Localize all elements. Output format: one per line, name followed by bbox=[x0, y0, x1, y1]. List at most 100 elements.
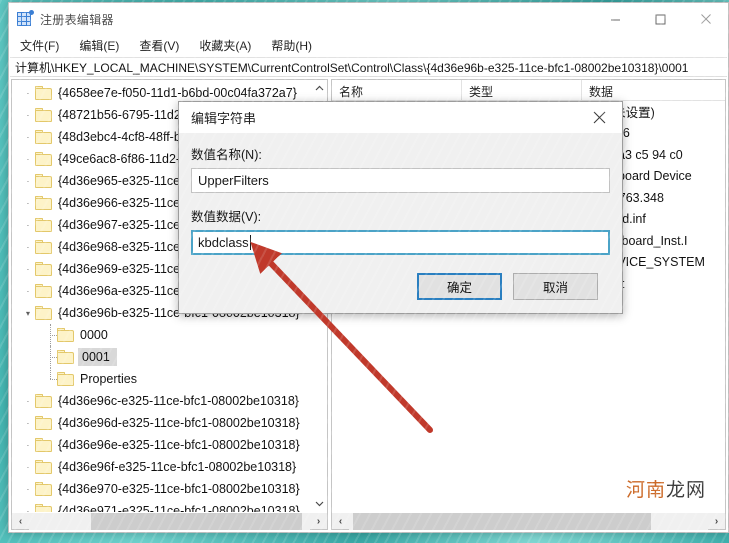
list-horizontal-scrollbar[interactable]: ‹ › bbox=[332, 512, 725, 530]
tree-item-label: 0000 bbox=[80, 328, 108, 342]
column-header-data[interactable]: 数据 bbox=[582, 80, 725, 100]
folder-icon bbox=[57, 328, 74, 342]
ok-button[interactable]: 确定 bbox=[417, 273, 502, 300]
folder-icon bbox=[35, 240, 52, 254]
list-hscroll-thumb[interactable] bbox=[352, 512, 651, 530]
minimize-button[interactable] bbox=[593, 3, 638, 35]
values-header: 名称 类型 数据 bbox=[332, 80, 725, 101]
tree-item[interactable]: Properties bbox=[12, 368, 310, 390]
menu-help[interactable]: 帮助(H) bbox=[268, 36, 321, 56]
folder-icon bbox=[35, 284, 52, 298]
chevron-right-icon[interactable]: · bbox=[22, 221, 34, 230]
chevron-right-icon[interactable]: · bbox=[22, 441, 34, 450]
folder-icon bbox=[35, 306, 52, 320]
folder-icon bbox=[57, 350, 74, 364]
cancel-button[interactable]: 取消 bbox=[513, 273, 598, 300]
value-name-label: 数值名称(N): bbox=[191, 148, 262, 162]
dialog-title: 编辑字符串 bbox=[191, 111, 257, 126]
tree-item[interactable]: 0000 bbox=[12, 324, 310, 346]
chevron-right-icon[interactable]: · bbox=[22, 287, 34, 296]
scroll-left-icon[interactable]: ‹ bbox=[12, 513, 29, 530]
chevron-right-icon[interactable]: · bbox=[22, 485, 34, 494]
tree-item[interactable]: · {4d36e96e-e325-11ce-bfc1-08002be10318} bbox=[12, 434, 310, 456]
tree-horizontal-scrollbar[interactable]: ‹ › bbox=[12, 512, 327, 530]
value-name-input[interactable]: UpperFilters bbox=[191, 168, 610, 193]
chevron-right-icon[interactable]: · bbox=[22, 89, 34, 98]
tree-item[interactable]: · {4d36e970-e325-11ce-bfc1-08002be10318} bbox=[12, 478, 310, 500]
window-title: 注册表编辑器 bbox=[40, 12, 114, 27]
folder-icon bbox=[35, 108, 52, 122]
scroll-right-icon[interactable]: › bbox=[708, 513, 725, 530]
tree-item-label: {4d36e96d-e325-11ce-bfc1-08002be10318} bbox=[58, 416, 300, 430]
chevron-right-icon[interactable]: · bbox=[22, 177, 34, 186]
scroll-left-icon[interactable]: ‹ bbox=[332, 513, 349, 530]
tree-item-label: Properties bbox=[80, 372, 137, 386]
folder-icon bbox=[35, 218, 52, 232]
close-button[interactable] bbox=[683, 3, 728, 35]
folder-icon bbox=[35, 394, 52, 408]
scroll-right-icon[interactable]: › bbox=[310, 513, 327, 530]
folder-icon bbox=[35, 196, 52, 210]
folder-icon bbox=[35, 482, 52, 496]
folder-icon bbox=[57, 372, 74, 386]
menubar: 文件(F) 编辑(E) 查看(V) 收藏夹(A) 帮助(H) bbox=[9, 35, 728, 57]
dialog-titlebar: 编辑字符串 bbox=[179, 102, 622, 133]
dialog-close-button[interactable] bbox=[577, 102, 622, 133]
folder-icon bbox=[35, 130, 52, 144]
folder-icon bbox=[35, 262, 52, 276]
chevron-right-icon[interactable]: · bbox=[22, 265, 34, 274]
tree-guide-line bbox=[45, 346, 57, 368]
tree-item-label: {4d36e971-e325-11ce-bfc1-08002be10318} bbox=[58, 504, 300, 512]
value-data-input[interactable]: kbdclass bbox=[191, 230, 610, 255]
text-caret bbox=[249, 235, 251, 250]
tree-item-label: {4d36e96c-e325-11ce-bfc1-08002be10318} bbox=[58, 394, 299, 408]
chevron-right-icon[interactable]: · bbox=[22, 463, 34, 472]
tree-item-label: {4d36e96e-e325-11ce-bfc1-08002be10318} bbox=[58, 438, 300, 452]
tree-item-label: 0001 bbox=[78, 348, 117, 366]
tree-item[interactable]: · {4d36e96f-e325-11ce-bfc1-08002be10318} bbox=[12, 456, 310, 478]
tree-item-label: {4658ee7e-f050-11d1-b6bd-00c04fa372a7} bbox=[58, 86, 297, 100]
registry-path: 计算机\HKEY_LOCAL_MACHINE\SYSTEM\CurrentCon… bbox=[15, 60, 689, 75]
chevron-down-icon[interactable]: ▾ bbox=[22, 309, 34, 318]
desktop-background: 注册表编辑器 文件(F) 编辑(E) 查看(V) 收藏夹(A) 帮助(H) 计算… bbox=[0, 0, 729, 543]
chevron-right-icon[interactable]: · bbox=[22, 507, 34, 513]
column-header-type[interactable]: 类型 bbox=[462, 80, 582, 100]
scroll-up-icon[interactable] bbox=[311, 80, 327, 97]
scroll-down-icon[interactable] bbox=[311, 495, 327, 512]
titlebar: 注册表编辑器 bbox=[9, 3, 728, 35]
tree-hscroll-thumb[interactable] bbox=[90, 512, 302, 530]
folder-icon bbox=[35, 174, 52, 188]
tree-item[interactable]: · {4d36e971-e325-11ce-bfc1-08002be10318} bbox=[12, 500, 310, 512]
edit-string-dialog: 编辑字符串 数值名称(N): UpperFilters 数值数据(V): kbd… bbox=[178, 101, 623, 314]
value-name-text: UpperFilters bbox=[198, 173, 269, 188]
value-data-label: 数值数据(V): bbox=[191, 210, 262, 224]
chevron-right-icon[interactable]: · bbox=[22, 199, 34, 208]
registry-icon bbox=[17, 10, 34, 27]
menu-view[interactable]: 查看(V) bbox=[136, 36, 188, 56]
folder-icon bbox=[35, 460, 52, 474]
tree-item[interactable]: 0001 bbox=[12, 346, 310, 368]
tree-item[interactable]: · {4d36e96c-e325-11ce-bfc1-08002be10318} bbox=[12, 390, 310, 412]
folder-icon bbox=[35, 416, 52, 430]
folder-icon bbox=[35, 152, 52, 166]
value-data-text: kbdclass bbox=[198, 235, 249, 250]
chevron-right-icon[interactable]: · bbox=[22, 155, 34, 164]
chevron-right-icon[interactable]: · bbox=[22, 397, 34, 406]
maximize-button[interactable] bbox=[638, 3, 683, 35]
chevron-right-icon[interactable]: · bbox=[22, 133, 34, 142]
chevron-right-icon[interactable]: · bbox=[22, 111, 34, 120]
tree-guide-line bbox=[45, 368, 57, 390]
chevron-right-icon[interactable]: · bbox=[22, 419, 34, 428]
menu-favorites[interactable]: 收藏夹(A) bbox=[196, 36, 260, 56]
folder-icon bbox=[35, 438, 52, 452]
dialog-body: 数值名称(N): UpperFilters 数值数据(V): kbdclass … bbox=[179, 133, 622, 313]
menu-edit[interactable]: 编辑(E) bbox=[76, 36, 128, 56]
tree-item[interactable]: · {4d36e96d-e325-11ce-bfc1-08002be10318} bbox=[12, 412, 310, 434]
column-header-name[interactable]: 名称 bbox=[332, 80, 462, 100]
menu-file[interactable]: 文件(F) bbox=[17, 36, 68, 56]
folder-icon bbox=[35, 504, 52, 512]
chevron-right-icon[interactable]: · bbox=[22, 243, 34, 252]
tree-guide-line bbox=[45, 324, 57, 346]
address-bar[interactable]: 计算机\HKEY_LOCAL_MACHINE\SYSTEM\CurrentCon… bbox=[10, 57, 727, 77]
tree-item-label: {4d36e96f-e325-11ce-bfc1-08002be10318} bbox=[58, 460, 297, 474]
